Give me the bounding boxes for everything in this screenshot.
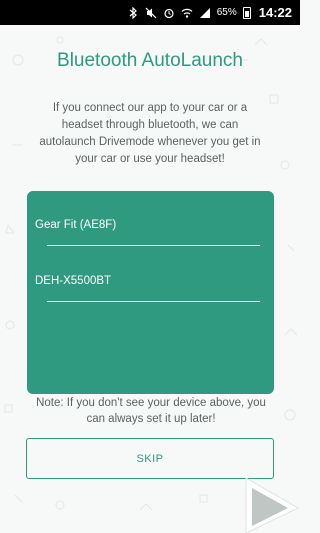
status-bar: 65% 14:22 xyxy=(0,0,300,25)
device-divider xyxy=(47,301,260,302)
device-list: Gear Fit (AE8F) DEH-X5500BT xyxy=(27,191,274,394)
note-text: Note: If you don't see your device above… xyxy=(36,397,266,425)
device-name: DEH-X5500BT xyxy=(35,275,112,287)
device-divider xyxy=(47,245,260,246)
device-item-gear-fit[interactable]: Gear Fit (AE8F) xyxy=(27,219,274,259)
skip-button[interactable]: SKIP xyxy=(26,438,274,479)
signal-icon xyxy=(199,7,211,19)
bluetooth-icon xyxy=(127,6,139,19)
wifi-icon xyxy=(181,7,193,19)
mute-icon xyxy=(145,7,157,19)
battery-icon xyxy=(242,6,251,19)
play-logo-icon xyxy=(245,477,300,533)
alarm-icon xyxy=(163,7,175,19)
device-name: Gear Fit (AE8F) xyxy=(35,219,117,231)
description-text: If you connect our app to your car or a … xyxy=(39,102,261,165)
battery-percentage: 65% xyxy=(216,7,237,18)
clock: 14:22 xyxy=(258,5,292,20)
page-title: Bluetooth AutoLaunch xyxy=(57,50,243,71)
device-item-deh-x5500bt[interactable]: DEH-X5500BT xyxy=(27,275,274,315)
